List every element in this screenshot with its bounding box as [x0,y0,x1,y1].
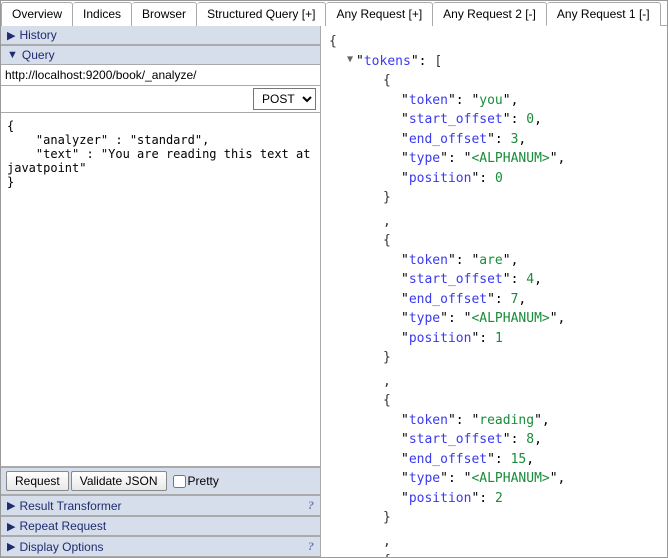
request-body-textarea[interactable]: { "analyzer" : "standard", "text" : "You… [1,113,320,467]
section-query[interactable]: ▼ Query [1,45,320,65]
triangle-right-icon: ▶ [7,29,15,42]
section-query-label: Query [22,48,55,62]
triangle-right-icon: ▶ [7,540,15,553]
validate-json-button[interactable]: Validate JSON [71,471,167,491]
tab-overview[interactable]: Overview [1,2,73,26]
tab-structured-query[interactable]: Structured Query [+] [197,2,326,26]
pretty-label: Pretty [188,474,219,488]
tab-browser[interactable]: Browser [132,2,197,26]
method-select[interactable]: POST [253,88,316,110]
json-token-object: {"token": "reading","start_offset": 8,"e… [329,391,659,528]
tab-indices[interactable]: Indices [73,2,132,26]
tab-any-request-1[interactable]: Any Request 1 [-] [547,2,661,26]
json-token-object: {"token": "are","start_offset": 4,"end_o… [329,231,659,368]
section-result-transformer[interactable]: ▶ Result Transformer ? [1,495,320,516]
section-display-options[interactable]: ▶ Display Options ? [1,536,320,557]
url-input[interactable] [1,65,320,85]
left-panel: ▶ History ▼ Query POST { "analyzer" : "s… [1,26,321,557]
json-token-object: {"token": "you","start_offset": 0,"end_o… [329,71,659,208]
pretty-checkbox[interactable] [173,475,186,488]
help-icon[interactable]: ? [308,539,314,554]
json-token-object: {"token": "this","start_offset": 16,"end… [329,551,659,557]
response-panel: { ▼ "tokens": [ {"token": "you","start_o… [321,26,667,557]
json-key: tokens [364,54,411,69]
tab-any-request-2[interactable]: Any Request 2 [-] [433,2,547,26]
tab-bar: Overview Indices Browser Structured Quer… [1,1,667,26]
button-row: Request Validate JSON Pretty [1,467,320,495]
section-result-transformer-label: Result Transformer [19,499,121,513]
section-repeat-request-label: Repeat Request [19,519,106,533]
section-repeat-request[interactable]: ▶ Repeat Request [1,516,320,536]
section-display-options-label: Display Options [19,540,103,554]
section-history[interactable]: ▶ History [1,26,320,45]
triangle-down-icon: ▼ [7,49,18,61]
request-button[interactable]: Request [6,471,69,491]
tab-any-request[interactable]: Any Request [+] [326,2,433,26]
help-icon[interactable]: ? [308,498,314,513]
triangle-right-icon: ▶ [7,520,15,533]
triangle-right-icon: ▶ [7,499,15,512]
section-history-label: History [19,28,56,42]
collapse-toggle-icon[interactable]: ▼ [347,52,353,67]
